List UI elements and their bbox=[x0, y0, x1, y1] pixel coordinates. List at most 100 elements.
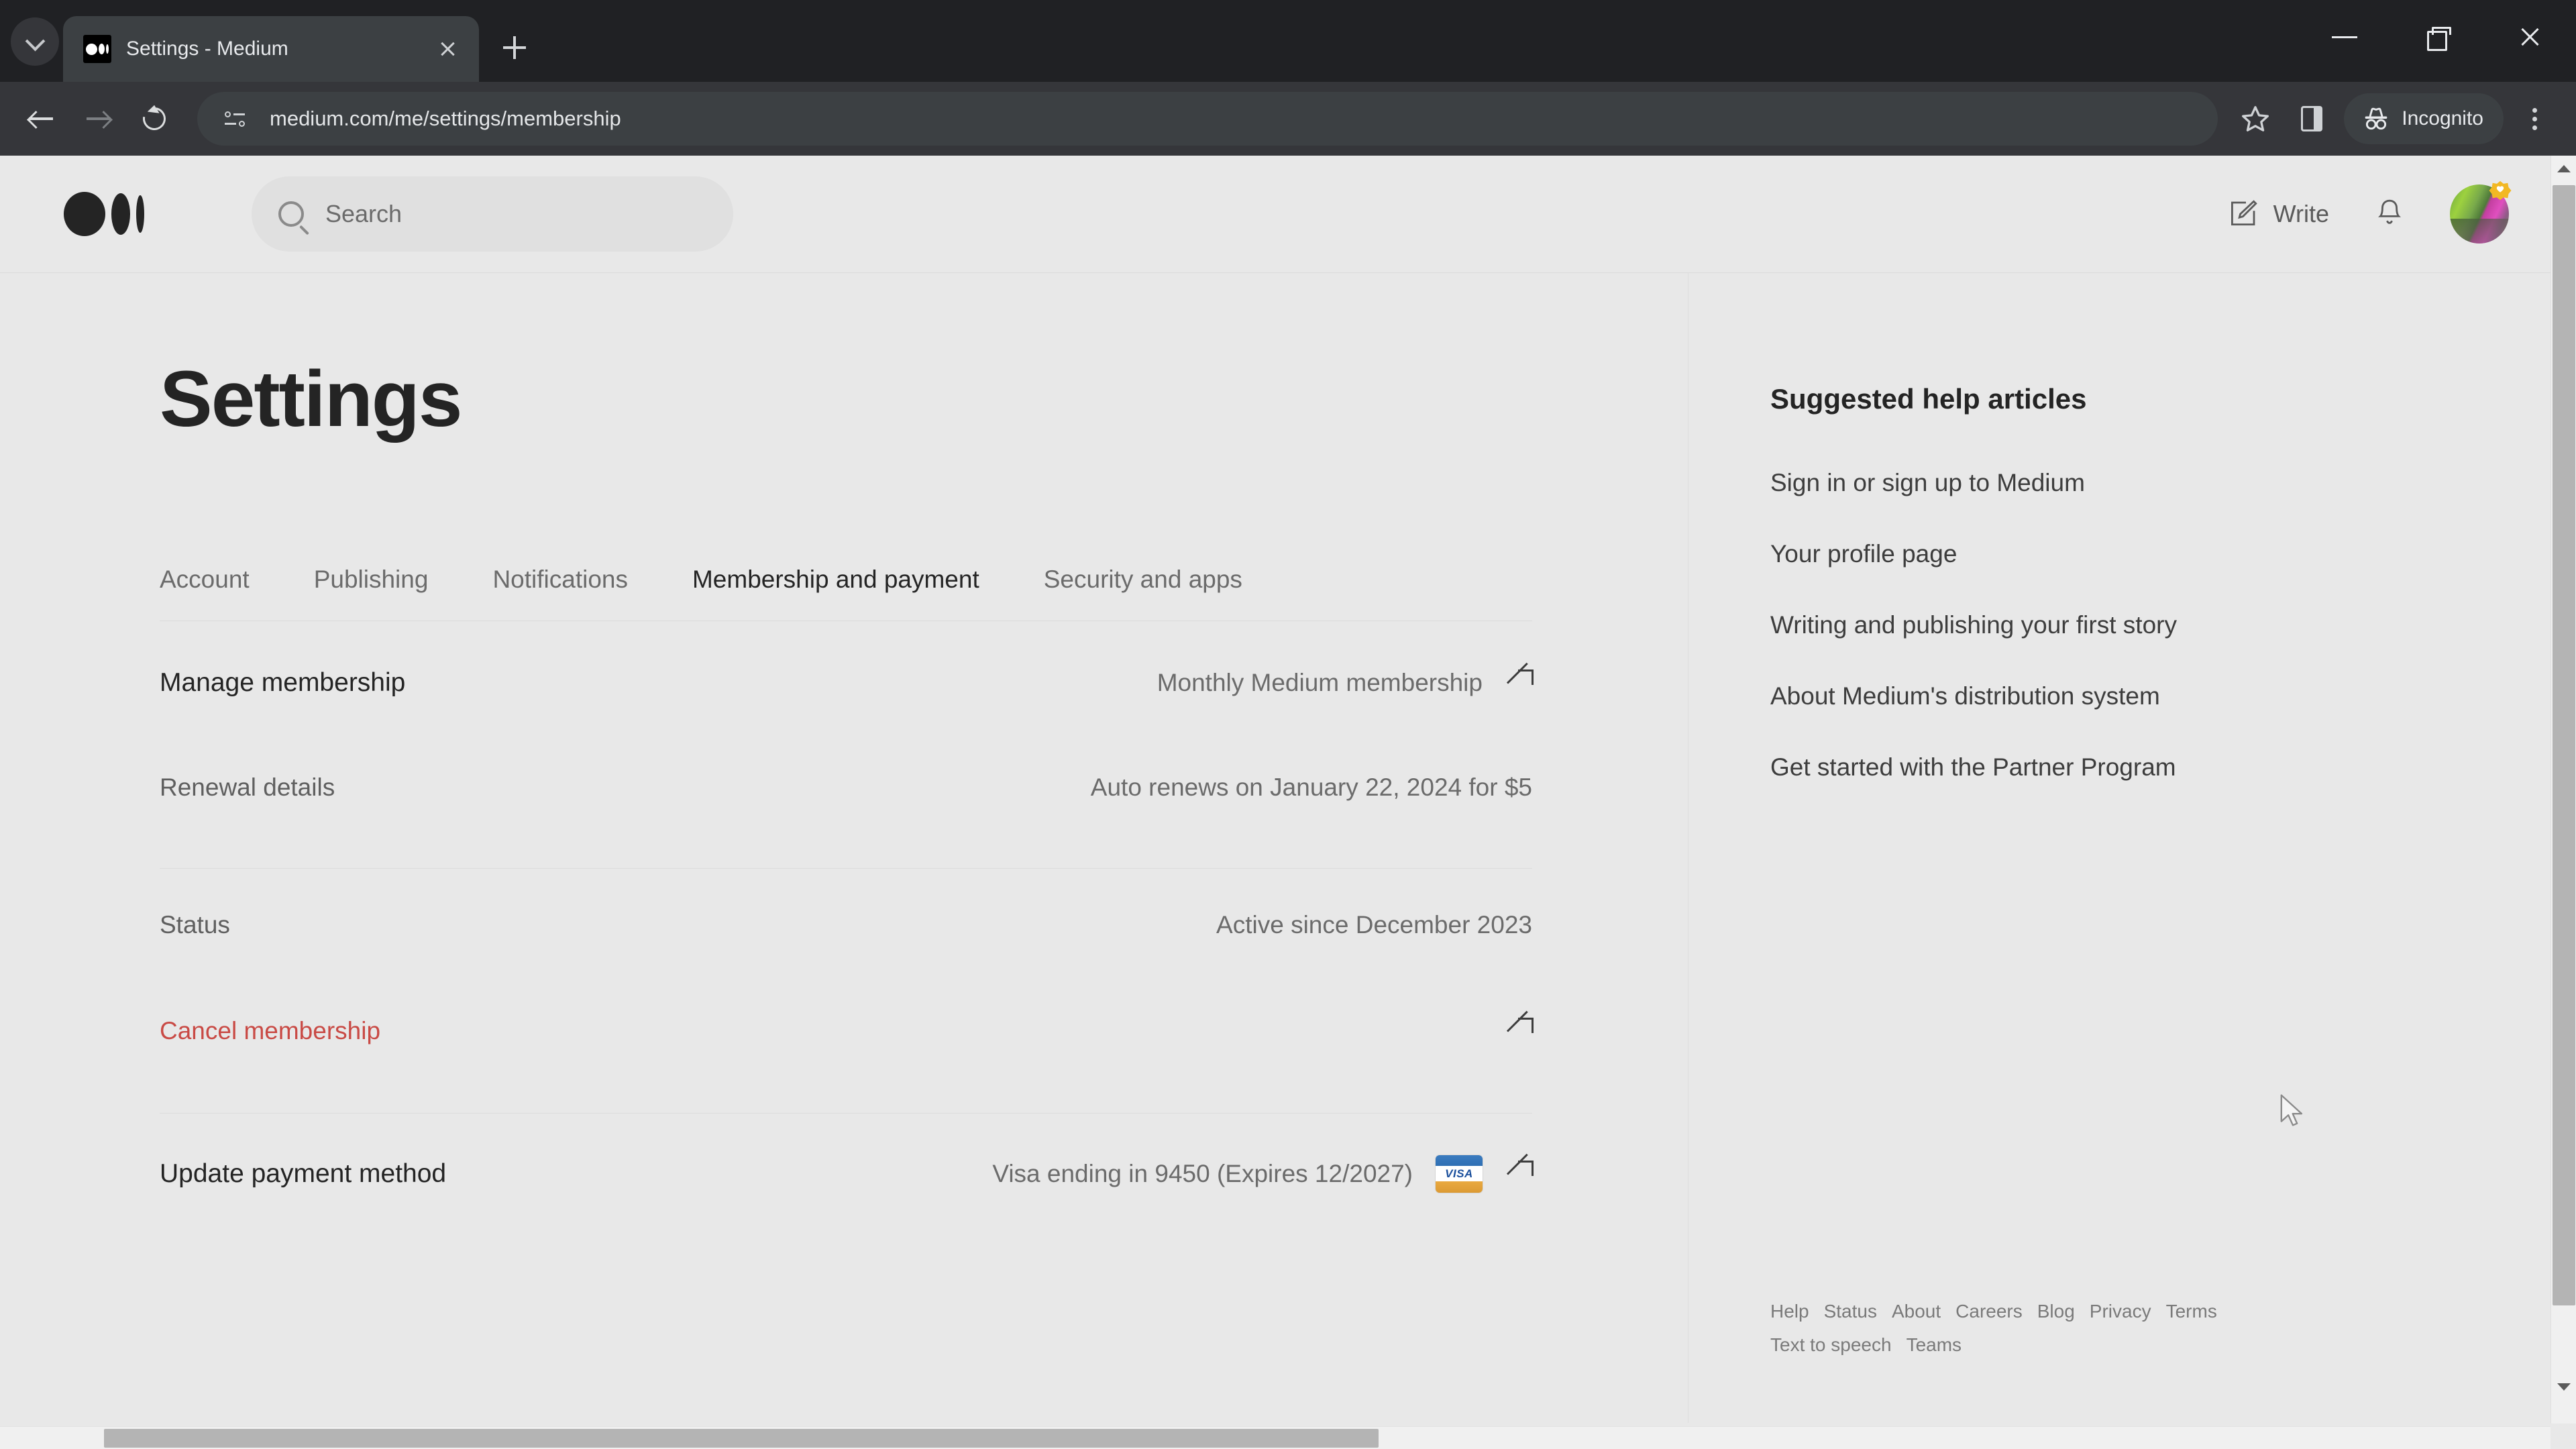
vertical-scrollbar[interactable] bbox=[2551, 156, 2576, 1424]
close-icon bbox=[2518, 25, 2541, 48]
minimize-icon bbox=[2332, 36, 2357, 38]
row-label: Status bbox=[160, 911, 230, 938]
row-label: Update payment method bbox=[160, 1159, 447, 1188]
url-input[interactable]: medium.com/me/settings/membership bbox=[270, 107, 2206, 131]
write-icon bbox=[2231, 200, 2257, 225]
footer-link-privacy[interactable]: Privacy bbox=[2090, 1301, 2151, 1322]
window-controls bbox=[2298, 0, 2576, 74]
external-link-arrow-icon[interactable] bbox=[1505, 1018, 1534, 1044]
reload-button[interactable] bbox=[126, 91, 182, 147]
browser-menu-button[interactable] bbox=[2506, 91, 2563, 147]
page-viewport: Search Write Settings Account Publishing… bbox=[0, 156, 2576, 1449]
bookmark-button[interactable] bbox=[2227, 91, 2284, 147]
tab-strip: Settings - Medium bbox=[0, 0, 2576, 82]
row-value: Monthly Medium membership bbox=[1157, 669, 1483, 696]
medium-page: Search Write Settings Account Publishing… bbox=[0, 156, 2556, 1424]
forward-button[interactable] bbox=[70, 91, 126, 147]
site-footer: Help Status About Careers Blog Privacy T… bbox=[1770, 1301, 2374, 1356]
row-update-payment-method[interactable]: Update payment method Visa ending in 945… bbox=[160, 1114, 1534, 1234]
plus-icon bbox=[503, 36, 526, 59]
help-link-partner-program[interactable]: Get started with the Partner Program bbox=[1770, 753, 2556, 782]
back-arrow-icon bbox=[29, 109, 54, 129]
visa-card-icon: VISA bbox=[1436, 1155, 1483, 1193]
vscroll-up-button[interactable] bbox=[2551, 156, 2576, 181]
footer-link-status[interactable]: Status bbox=[1824, 1301, 1877, 1322]
write-button[interactable]: Write bbox=[2212, 198, 2344, 230]
tab-account[interactable]: Account bbox=[160, 566, 250, 594]
new-tab-button[interactable] bbox=[491, 24, 538, 71]
help-link-first-story[interactable]: Writing and publishing your first story bbox=[1770, 611, 2556, 639]
vscroll-down-button[interactable] bbox=[2551, 1374, 2576, 1399]
footer-links-row-1: Help Status About Careers Blog Privacy T… bbox=[1770, 1301, 2374, 1322]
footer-link-blog[interactable]: Blog bbox=[2037, 1301, 2075, 1322]
write-label: Write bbox=[2273, 200, 2329, 227]
tab-close-button[interactable] bbox=[431, 32, 464, 66]
minimize-button[interactable] bbox=[2298, 0, 2391, 74]
browser-toolbar: medium.com/me/settings/membership Incogn… bbox=[0, 82, 2576, 156]
help-link-distribution-system[interactable]: About Medium's distribution system bbox=[1770, 682, 2556, 710]
page-title: Settings bbox=[160, 355, 463, 443]
notifications-button[interactable] bbox=[2344, 197, 2435, 231]
page-body: Settings Account Publishing Notification… bbox=[0, 273, 2556, 1423]
settings-tabs: Account Publishing Notifications Members… bbox=[160, 566, 1532, 621]
incognito-indicator[interactable]: Incognito bbox=[2344, 93, 2504, 144]
horizontal-scrollbar[interactable] bbox=[0, 1426, 2551, 1449]
external-link-arrow-icon[interactable] bbox=[1505, 1161, 1534, 1187]
site-settings-icon[interactable] bbox=[215, 99, 255, 139]
close-icon bbox=[439, 40, 456, 58]
address-bar[interactable]: medium.com/me/settings/membership bbox=[197, 92, 2218, 146]
kebab-menu-icon bbox=[2532, 107, 2537, 113]
header-actions: Write bbox=[2212, 180, 2512, 244]
search-placeholder: Search bbox=[325, 200, 402, 227]
row-manage-membership[interactable]: Manage membership Monthly Medium members… bbox=[160, 621, 1534, 745]
browser-window: Settings - Medium medium.com/me/settings… bbox=[0, 0, 2576, 1449]
window-close-button[interactable] bbox=[2483, 0, 2576, 74]
forward-arrow-icon bbox=[85, 109, 111, 129]
incognito-icon bbox=[2365, 107, 2387, 130]
tab-title: Settings - Medium bbox=[126, 38, 288, 60]
footer-link-text-to-speech[interactable]: Text to speech bbox=[1770, 1334, 1892, 1356]
bell-icon bbox=[2378, 199, 2401, 224]
tab-security-and-apps[interactable]: Security and apps bbox=[1044, 566, 1242, 594]
tab-membership-and-payment[interactable]: Membership and payment bbox=[692, 566, 979, 594]
settings-main-column: Settings Account Publishing Notification… bbox=[0, 273, 1688, 1423]
avatar[interactable] bbox=[2450, 180, 2512, 244]
row-status: Status Active since December 2023 bbox=[160, 869, 1532, 981]
medium-logo[interactable] bbox=[64, 192, 144, 236]
help-link-sign-in[interactable]: Sign in or sign up to Medium bbox=[1770, 469, 2556, 497]
sidebar-links: Sign in or sign up to Medium Your profil… bbox=[1770, 469, 2556, 782]
browser-tab[interactable]: Settings - Medium bbox=[63, 16, 479, 82]
external-link-arrow-icon[interactable] bbox=[1505, 669, 1534, 696]
row-value: Auto renews on January 22, 2024 for $5 bbox=[1090, 773, 1532, 801]
hscroll-left-button[interactable] bbox=[0, 1427, 23, 1449]
search-icon bbox=[278, 201, 304, 227]
incognito-label: Incognito bbox=[2402, 107, 2483, 129]
medium-favicon bbox=[83, 35, 111, 63]
footer-link-help[interactable]: Help bbox=[1770, 1301, 1809, 1322]
tab-notifications[interactable]: Notifications bbox=[492, 566, 628, 594]
hscroll-thumb[interactable] bbox=[104, 1429, 1379, 1448]
tab-publishing[interactable]: Publishing bbox=[314, 566, 429, 594]
hscroll-right-button[interactable] bbox=[2528, 1427, 2551, 1449]
back-button[interactable] bbox=[13, 91, 70, 147]
tab-search-button[interactable] bbox=[11, 17, 59, 66]
maximize-button[interactable] bbox=[2391, 0, 2483, 74]
help-sidebar: Suggested help articles Sign in or sign … bbox=[1688, 273, 2556, 1423]
side-panel-button[interactable] bbox=[2284, 91, 2340, 147]
sidebar-title: Suggested help articles bbox=[1770, 383, 2087, 415]
medium-site-header: Search Write bbox=[0, 156, 2556, 273]
status-badge: Active since December 2023 bbox=[1216, 911, 1532, 938]
vscroll-thumb[interactable] bbox=[2553, 185, 2575, 1305]
cancel-membership-link[interactable]: Cancel membership bbox=[160, 1017, 380, 1045]
help-link-profile-page[interactable]: Your profile page bbox=[1770, 540, 2556, 568]
footer-link-careers[interactable]: Careers bbox=[1955, 1301, 2023, 1322]
row-renewal-details: Renewal details Auto renews on January 2… bbox=[160, 745, 1532, 830]
footer-link-terms[interactable]: Terms bbox=[2166, 1301, 2217, 1322]
member-star-badge-icon bbox=[2485, 179, 2516, 210]
restore-icon bbox=[2427, 27, 2451, 51]
row-cancel-membership[interactable]: Cancel membership bbox=[160, 981, 1534, 1081]
visa-brand-label: VISA bbox=[1445, 1167, 1473, 1180]
footer-link-about[interactable]: About bbox=[1892, 1301, 1941, 1322]
search-input[interactable]: Search bbox=[252, 176, 733, 252]
footer-link-teams[interactable]: Teams bbox=[1907, 1334, 1962, 1356]
